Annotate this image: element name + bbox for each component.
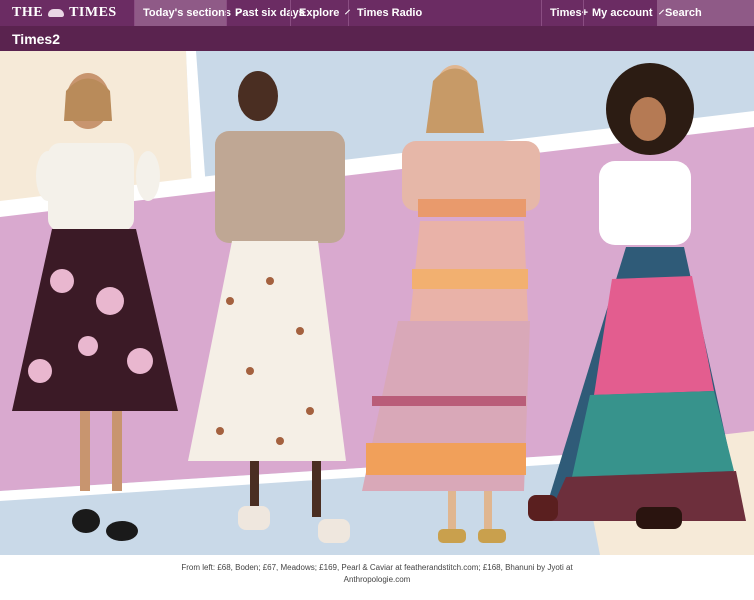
nav-todays-sections-label: Today's sections bbox=[143, 7, 231, 19]
hero-fashion-image bbox=[0, 51, 754, 555]
nav-explore-label: Explore bbox=[299, 7, 340, 19]
nav-times-radio-label: Times Radio bbox=[357, 7, 423, 19]
logo-text-the: THE bbox=[12, 5, 44, 20]
crest-icon bbox=[46, 7, 66, 19]
nav-times-plus[interactable]: Times+ bbox=[541, 0, 588, 26]
the-times-logo[interactable]: THE TIMES bbox=[0, 0, 134, 26]
nav-my-account-label: My account bbox=[592, 7, 653, 19]
section-title: Times2 bbox=[12, 30, 60, 47]
logo-text-times: TIMES bbox=[69, 5, 117, 20]
nav-past-six-days[interactable]: Past six days bbox=[226, 0, 305, 26]
search-label: Search bbox=[665, 7, 702, 19]
search-button[interactable]: Search bbox=[657, 0, 754, 26]
nav-times-radio[interactable]: Times Radio bbox=[348, 0, 422, 26]
top-navigation-bar: THE TIMES Today's sections Past six days… bbox=[0, 0, 754, 26]
image-caption: From left: £68, Boden; £67, Meadows; £16… bbox=[177, 562, 577, 586]
nav-explore[interactable]: Explore bbox=[290, 0, 351, 26]
image-caption-text: From left: £68, Boden; £67, Meadows; £16… bbox=[181, 563, 573, 584]
hero-collage bbox=[0, 51, 754, 555]
nav-todays-sections[interactable]: Today's sections bbox=[134, 0, 242, 26]
section-title-bar: Times2 bbox=[0, 26, 754, 51]
nav-my-account[interactable]: My account bbox=[583, 0, 664, 26]
